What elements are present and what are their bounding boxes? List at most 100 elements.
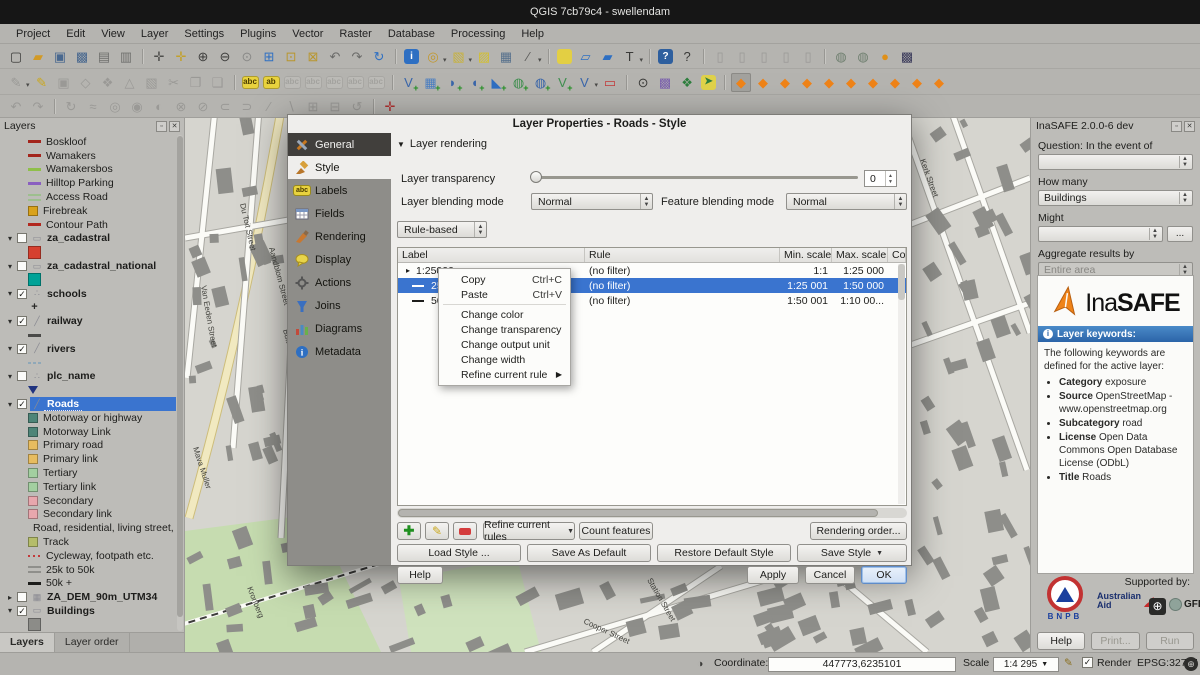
- circle-tool-2-icon[interactable]: ◍: [853, 47, 873, 66]
- measure-line-icon[interactable]: ∕: [518, 47, 538, 66]
- legend-item[interactable]: Hilltop Parking: [0, 176, 176, 190]
- help-contents-icon[interactable]: ?: [658, 49, 673, 64]
- legend-item[interactable]: Primary road: [0, 439, 176, 453]
- identify-features-icon[interactable]: i: [404, 49, 419, 64]
- legend-item[interactable]: Track: [0, 535, 176, 549]
- select-features-icon[interactable]: ▧: [449, 47, 469, 66]
- expand-arrow-icon[interactable]: ▾: [5, 400, 15, 409]
- expand-arrow-icon[interactable]: ▾: [5, 372, 15, 381]
- stop-render-icon[interactable]: ◑: [697, 658, 703, 670]
- expand-arrow-icon[interactable]: ▸: [402, 266, 412, 275]
- layer-labeling-icon[interactable]: abc: [242, 76, 259, 89]
- float-panel-icon[interactable]: ▫: [1171, 121, 1182, 132]
- inasafe-keywords-wizard-icon[interactable]: ◆: [775, 73, 795, 92]
- add-mssql-layer-icon[interactable]: ◣+: [487, 73, 507, 92]
- context-item-change-output-unit[interactable]: Change output unit: [439, 337, 570, 352]
- menu-plugins[interactable]: Plugins: [232, 26, 284, 42]
- layer-checkbox[interactable]: ✓: [17, 606, 27, 616]
- legend-item[interactable]: Motorway Link: [0, 425, 176, 439]
- dropdown-caret-icon[interactable]: ▾: [443, 56, 447, 64]
- open-attribute-table-icon[interactable]: ▦: [496, 47, 516, 66]
- layer-checkbox[interactable]: ✓: [17, 289, 27, 299]
- layer-item-schools[interactable]: ▾✓∴schools: [0, 287, 176, 301]
- layer-item-za-cadastral[interactable]: ▾▭za_cadastral: [0, 232, 176, 246]
- zoom-native-icon[interactable]: ⊙: [237, 47, 257, 66]
- pixel-grid-tool-icon[interactable]: ▩: [897, 47, 917, 66]
- inasafe-function-select[interactable]: [1038, 226, 1163, 242]
- pan-map-icon[interactable]: ✛: [149, 47, 169, 66]
- context-item-refine-current-rule[interactable]: Refine current rule▶: [439, 367, 570, 382]
- menu-database[interactable]: Database: [380, 26, 443, 42]
- save-project-as-icon[interactable]: ▩: [72, 47, 92, 66]
- legend-item[interactable]: 50k +: [0, 577, 176, 591]
- inasafe-dock-toggle-icon[interactable]: ◆: [731, 73, 751, 92]
- toggle-editing-icon[interactable]: ✎: [32, 73, 52, 92]
- orange-marker-tool-icon[interactable]: ●: [875, 47, 895, 66]
- legend-item[interactable]: Access Road: [0, 190, 176, 204]
- dialog-tab-rendering[interactable]: Rendering: [288, 225, 391, 248]
- menu-layer[interactable]: Layer: [133, 26, 177, 42]
- crs-status-icon[interactable]: ⊕: [1184, 657, 1198, 671]
- zoom-to-layer-icon[interactable]: ⊡: [281, 47, 301, 66]
- add-postgis-layer-icon[interactable]: ◗+: [443, 73, 463, 92]
- pan-to-selection-icon[interactable]: ✛: [171, 47, 191, 66]
- legend-symbol-row[interactable]: [0, 618, 176, 631]
- context-item-copy[interactable]: CopyCtrl+C: [439, 272, 570, 287]
- inasafe-hazard-select[interactable]: [1038, 154, 1193, 170]
- expand-arrow-icon[interactable]: ▾: [5, 317, 15, 326]
- layer-checkbox[interactable]: ✓: [17, 399, 27, 409]
- inasafe-function-wizard-icon[interactable]: ◆: [797, 73, 817, 92]
- render-checkbox[interactable]: ✓: [1082, 657, 1093, 668]
- dialog-tab-general[interactable]: General: [288, 133, 391, 156]
- dialog-tab-actions[interactable]: Actions: [288, 271, 391, 294]
- legend-item[interactable]: Cycleway, footpath etc.: [0, 549, 176, 563]
- col-min-scale[interactable]: Min. scale: [780, 248, 832, 262]
- map-tips-icon[interactable]: [557, 49, 572, 64]
- zoom-full-icon[interactable]: ⊞: [259, 47, 279, 66]
- legend-symbol-row[interactable]: [0, 383, 176, 397]
- dropdown-caret-icon[interactable]: ▾: [640, 56, 644, 64]
- add-raster-layer-icon[interactable]: ▦+: [421, 73, 441, 92]
- apply-button[interactable]: Apply: [747, 566, 799, 584]
- dropdown-caret-icon[interactable]: ▾: [469, 56, 473, 64]
- count-features-button[interactable]: Count features: [579, 522, 653, 540]
- expand-arrow-icon[interactable]: ▸: [5, 593, 15, 602]
- whats-this-icon[interactable]: ?: [677, 47, 697, 66]
- legend-symbol-row[interactable]: [0, 356, 176, 370]
- layer-checkbox[interactable]: [17, 371, 27, 381]
- inasafe-save-scenario-icon[interactable]: ◆: [907, 73, 927, 92]
- add-spatialite-layer-icon[interactable]: ◖+: [465, 73, 485, 92]
- col-count[interactable]: Count: [888, 248, 906, 262]
- legend-item[interactable]: Tertiary: [0, 466, 176, 480]
- load-style-button[interactable]: Load Style ...: [397, 544, 521, 562]
- close-panel-icon[interactable]: ✕: [1184, 121, 1195, 132]
- renderer-type-combo[interactable]: Rule-based: [397, 221, 487, 238]
- magnifier-edit-icon[interactable]: ✎: [1064, 657, 1073, 669]
- dialog-tab-labels[interactable]: abcLabels: [288, 179, 391, 202]
- col-max-scale[interactable]: Max. scale: [832, 248, 888, 262]
- rules-vscrollbar[interactable]: [898, 264, 905, 504]
- composer-manager-icon[interactable]: ▥: [116, 47, 136, 66]
- search-tool-icon[interactable]: ⊙: [633, 73, 653, 92]
- rule-labeling-icon[interactable]: ab: [263, 76, 280, 89]
- menu-edit[interactable]: Edit: [58, 26, 93, 42]
- dropdown-caret-icon[interactable]: ▾: [26, 81, 30, 89]
- menu-view[interactable]: View: [93, 26, 133, 42]
- legend-item[interactable]: Contour Path: [0, 218, 176, 232]
- legend-item[interactable]: Wamakers: [0, 149, 176, 163]
- zoom-in-icon[interactable]: ⊕: [193, 47, 213, 66]
- menu-vector[interactable]: Vector: [284, 26, 331, 42]
- legend-item[interactable]: Wamakersbos: [0, 163, 176, 177]
- circle-tool-1-icon[interactable]: ◍: [831, 47, 851, 66]
- zoom-to-selection-icon[interactable]: ⊠: [303, 47, 323, 66]
- dropdown-caret-icon[interactable]: ▾: [538, 56, 542, 64]
- tab-layer-order[interactable]: Layer order: [55, 633, 130, 652]
- restore-default-style-button[interactable]: Restore Default Style: [657, 544, 791, 562]
- legend-item[interactable]: Tertiary link: [0, 480, 176, 494]
- zoom-next-icon[interactable]: ↷: [347, 47, 367, 66]
- legend-symbol-row[interactable]: +: [0, 301, 176, 315]
- inasafe-batch-runner-icon[interactable]: ◆: [885, 73, 905, 92]
- remove-rule-button[interactable]: [453, 522, 477, 540]
- new-shapefile-layer-icon[interactable]: V: [575, 73, 595, 92]
- refresh-map-icon[interactable]: ↻: [369, 47, 389, 66]
